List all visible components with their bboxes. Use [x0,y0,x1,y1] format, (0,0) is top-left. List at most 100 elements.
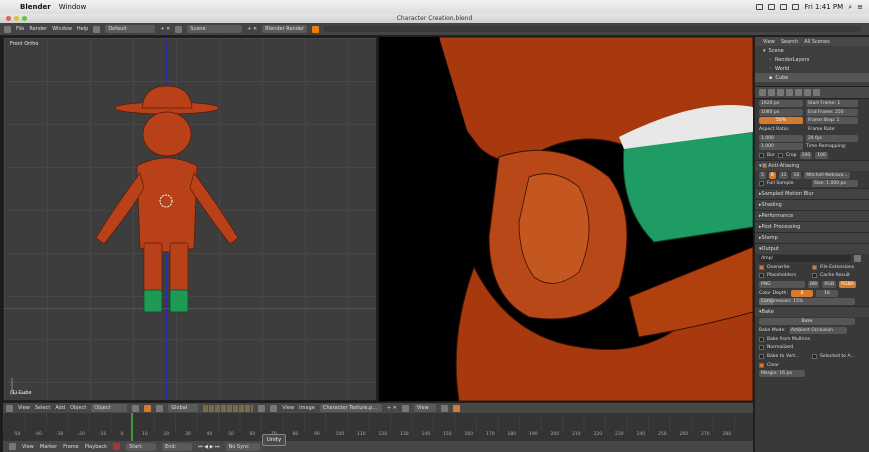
view-mode-select[interactable]: View [413,404,436,412]
playback-controls[interactable]: ⏮ ◀ ▶ ⏭ [198,444,219,450]
window-menu[interactable]: Window [59,3,87,11]
file-extensions-checkbox[interactable] [812,264,817,270]
image-editor-type-icon[interactable] [270,404,278,412]
menu-view[interactable]: View [18,405,30,411]
shading-panel-header[interactable]: ▸ Shading [755,199,869,211]
menu-frame[interactable]: Frame [63,444,79,450]
menu-view[interactable]: View [22,444,34,450]
aa-sample-11[interactable]: 11 [778,171,789,179]
performance-panel-header[interactable]: ▸ Performance [755,210,869,222]
sync-select[interactable]: No Sync [225,442,260,451]
3d-viewport[interactable]: Front Ortho (1) Cube [3,37,377,401]
resolution-x-field[interactable]: 1920 px [759,99,803,107]
start-frame-field[interactable]: Start: [126,442,157,451]
compression-slider[interactable]: Compression: 15% [759,298,855,306]
menu-playback[interactable]: Playback [85,444,107,450]
menu-marker[interactable]: Marker [40,444,57,450]
resolution-percent-slider[interactable]: 50% [759,117,803,125]
aa-sample-5[interactable]: 5 [759,171,766,179]
render-tab-icon[interactable] [759,89,766,96]
output-panel-header[interactable]: ▾ Output [755,243,869,255]
remap-old-field[interactable]: 100 [799,151,813,159]
full-sample-checkbox[interactable] [759,181,764,187]
wifi-icon[interactable] [792,4,800,10]
aspect-y-field[interactable]: 1.000 [759,143,803,151]
channels-icon[interactable] [440,404,448,412]
add-scene-icon[interactable]: + ✕ [247,26,257,32]
pin-icon[interactable] [401,404,409,412]
image-menu-view[interactable]: View [282,405,294,411]
layers-tab-icon[interactable] [768,89,775,96]
translate-icon[interactable] [156,404,164,412]
outliner-tab-search[interactable]: Search [781,39,798,45]
editor-type-icon[interactable] [9,443,16,450]
crop-checkbox[interactable] [777,152,783,158]
output-path-field[interactable]: /tmp/ [759,255,851,263]
timeline[interactable]: -50-40-30-20-100102030405060708090100110… [3,413,753,441]
layout-icon[interactable] [93,25,101,33]
transform-orientation-select[interactable]: Global [168,404,199,412]
border-checkbox[interactable] [759,152,764,158]
timeline-playhead[interactable] [131,413,133,441]
close-window-button[interactable] [6,16,11,21]
modifier-tab-icon[interactable] [804,89,811,96]
bake-mode-select[interactable]: Ambient Occlusion [788,326,847,334]
folder-icon[interactable] [854,255,861,263]
menu-select[interactable]: Select [35,405,50,411]
cache-result-checkbox[interactable] [812,273,817,279]
scene-tab-icon[interactable] [777,89,784,96]
manipulator-icon[interactable] [144,404,152,412]
menu-icon[interactable]: ≡ [857,3,863,11]
post-processing-panel-header[interactable]: ▸ Post Processing [755,221,869,233]
frame-rate-select[interactable]: 24 fps [806,134,858,142]
scene-icon[interactable] [175,25,183,33]
status-icon[interactable] [756,4,764,10]
margin-field[interactable]: Margin: 16 px [759,370,805,378]
end-frame-field[interactable]: End: [162,442,193,451]
record-icon[interactable] [113,443,121,450]
menu-help[interactable]: Help [77,26,88,32]
character-model[interactable] [4,38,377,401]
app-menu[interactable]: Blender [20,3,51,11]
outliner-item-cube[interactable]: ▪ Cube [755,73,869,82]
depth-16-button[interactable]: 16 [816,289,838,297]
image-editor-viewport[interactable] [379,37,753,401]
outliner-item-scene[interactable]: ▾ Scene [755,46,869,55]
rgba-button[interactable]: RGBA [839,281,856,289]
image-select[interactable]: Character Texture.p... [319,404,382,412]
outliner-tab-all-scenes[interactable]: All Scenes [804,39,830,45]
aa-sample-8[interactable]: 8 [768,171,776,179]
bw-button[interactable]: BW [808,281,820,289]
bake-from-multires-checkbox[interactable] [759,336,764,342]
aa-filter-select[interactable]: Mitchell-Netrava... [804,171,851,179]
frame-step-field[interactable]: Frame Step: 1 [806,117,858,125]
file-format-select[interactable]: PNG [759,281,805,289]
overwrite-checkbox[interactable] [759,264,764,270]
clear-checkbox[interactable] [759,362,764,368]
add-layout-icon[interactable]: + ✕ [160,26,170,32]
outliner-item-renderlayers[interactable]: ◦ RenderLayers [755,55,869,64]
menu-window[interactable]: Window [52,26,72,32]
status-icon[interactable] [780,4,788,10]
aa-sample-16[interactable]: 16 [791,171,802,179]
normalized-checkbox[interactable] [759,345,764,351]
resolution-y-field[interactable]: 1080 px [759,108,803,116]
render-engine-select[interactable]: Blender Render [262,25,308,33]
antialias-panel-header[interactable]: ▾ Anti-Aliasing [755,159,869,171]
antialias-checkbox[interactable] [761,163,767,169]
render-slot-icon[interactable] [452,404,460,412]
object-tab-icon[interactable] [795,89,802,96]
image-menu-image[interactable]: Image [299,405,315,411]
stamp-panel-header[interactable]: ▸ Stamp [755,232,869,244]
menu-object[interactable]: Object [70,405,86,411]
status-icon[interactable] [768,4,776,10]
menu-file[interactable]: File [16,26,24,32]
shading-icon[interactable] [132,404,140,412]
zoom-window-button[interactable] [22,16,27,21]
bake-panel-header[interactable]: ▾ Bake [755,306,869,318]
aspect-x-field[interactable]: 1.000 [759,134,803,142]
depth-8-button[interactable]: 8 [791,289,813,297]
search-icon[interactable]: ⌕ [848,3,852,12]
rgb-button[interactable]: RGB [822,281,837,289]
bake-to-vertex-checkbox[interactable] [759,353,764,359]
